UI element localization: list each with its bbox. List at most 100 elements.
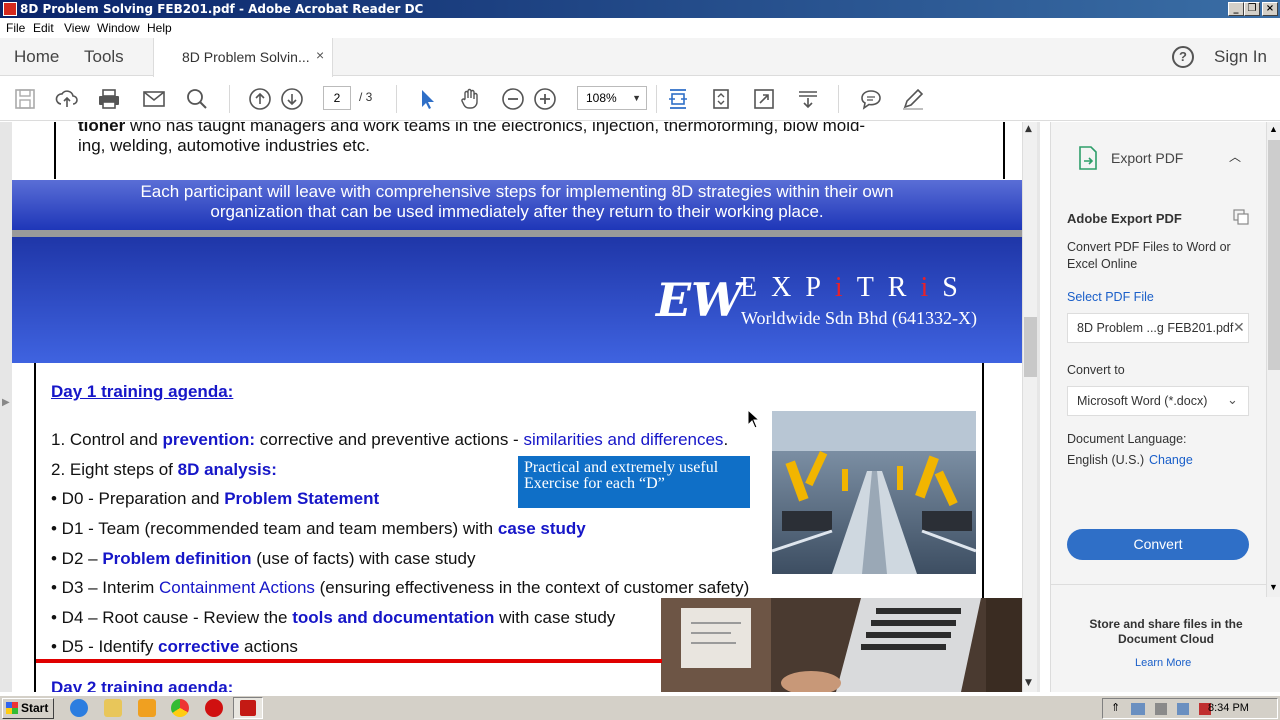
media-player-icon[interactable] [138, 699, 156, 717]
cloud-upload-icon[interactable] [55, 87, 79, 111]
panel-scroll-thumb[interactable] [1268, 140, 1280, 370]
learn-more-link[interactable]: Learn More [1135, 657, 1191, 669]
day2-heading: Day 2 training agenda: [51, 678, 234, 692]
help-icon[interactable]: ? [1172, 46, 1194, 68]
change-language-link[interactable]: Change [1149, 453, 1193, 467]
acrobat-task-button[interactable] [233, 697, 263, 719]
tab-bar: Home Tools 8D Problem Solvin... × ? Sign… [0, 38, 1280, 77]
tab-home[interactable]: Home [14, 47, 59, 67]
save-icon[interactable] [13, 87, 37, 111]
format-value: Microsoft Word (*.docx) [1077, 394, 1208, 408]
draw-pen-icon[interactable] [901, 87, 925, 111]
minimize-button[interactable]: _ [1228, 2, 1244, 16]
company-logo-mark: EW [656, 273, 743, 327]
trainer-text-box: tioner who has taught managers and work … [54, 122, 1005, 179]
trainer-text-line2: ing, welding, automotive industries etc. [78, 136, 370, 155]
menu-help[interactable]: Help [147, 21, 172, 35]
convert-to-label: Convert to [1067, 363, 1125, 377]
close-window-button[interactable]: × [1262, 2, 1278, 16]
sign-in-link[interactable]: Sign In [1214, 47, 1267, 67]
ie-icon[interactable] [70, 699, 88, 717]
agenda-d1: • D1 - Team (recommended team and team m… [51, 519, 586, 538]
collapse-chevron-icon[interactable]: ︿ [1229, 148, 1241, 165]
panel-scrollbar[interactable]: ▲ ▼ [1266, 122, 1280, 597]
chrome-icon[interactable] [171, 699, 189, 717]
pdf-page: tioner who has taught managers and work … [12, 122, 1022, 692]
panel-heading: Adobe Export PDF [1067, 211, 1182, 226]
toolbar-separator [229, 85, 230, 113]
company-logo-name: EXPiTRiS [740, 272, 972, 304]
export-pdf-icon [1079, 146, 1097, 170]
tab-tools[interactable]: Tools [84, 47, 124, 67]
trainer-text: tioner who has taught managers and work … [78, 122, 988, 156]
banner-line-2: organization that can be used immediatel… [210, 202, 824, 221]
trainer-text-bold: tioner [78, 122, 126, 135]
search-icon[interactable] [185, 87, 209, 111]
document-cloud-text: Store and share files in the Document Cl… [1089, 617, 1243, 646]
scroll-down-icon[interactable]: ▼ [1269, 582, 1278, 592]
format-select[interactable]: Microsoft Word (*.docx) [1067, 386, 1249, 416]
logo-part: TR [856, 272, 921, 303]
scroll-up-icon[interactable]: ▲ [1269, 124, 1278, 134]
close-tab-icon[interactable]: × [316, 47, 324, 63]
toolbar-separator [838, 85, 839, 113]
restore-button[interactable]: ❐ [1244, 2, 1260, 16]
copy-icon[interactable] [1233, 209, 1249, 225]
hand-tool-icon[interactable] [458, 87, 482, 111]
previous-page-icon[interactable] [248, 87, 272, 111]
volume-icon[interactable] [1155, 703, 1167, 715]
zoom-in-icon[interactable] [533, 87, 557, 111]
agenda-d4: • D4 – Root cause - Review the tools and… [51, 608, 616, 627]
zoom-select[interactable]: 108% ▼ [577, 86, 647, 110]
red-divider [36, 659, 662, 663]
company-subtitle: Worldwide Sdn Bhd (641332-X) [741, 308, 978, 328]
select-pdf-file-link[interactable]: Select PDF File [1067, 290, 1154, 304]
callout-line-1: Practical and extremely useful [524, 459, 719, 476]
folder-icon[interactable] [104, 699, 122, 717]
select-cursor-icon[interactable] [416, 87, 440, 111]
convert-button[interactable]: Convert [1067, 529, 1249, 560]
acrobat-icon [3, 2, 17, 16]
fit-width-icon[interactable] [666, 87, 690, 111]
chevron-down-icon: ⌄ [1227, 392, 1238, 407]
selected-file-field[interactable]: 8D Problem ...g FEB201.pdf [1067, 313, 1249, 343]
toolbar-separator [396, 85, 397, 113]
display-icon[interactable] [1177, 703, 1189, 715]
factory-robots-image [772, 411, 976, 574]
menu-view[interactable]: View [64, 21, 90, 35]
next-page-icon[interactable] [280, 87, 304, 111]
scroll-down-icon[interactable]: ▼ [1025, 678, 1032, 688]
agenda-line-2: 2. Eight steps of 8D analysis: [51, 460, 277, 479]
menu-edit[interactable]: Edit [33, 21, 54, 35]
full-screen-icon[interactable] [752, 87, 776, 111]
page-number-input[interactable]: 2 [323, 86, 351, 110]
zoom-out-icon[interactable] [501, 87, 525, 111]
menu-window[interactable]: Window [97, 21, 140, 35]
doc-language-label: Document Language: [1067, 432, 1187, 446]
scroll-thumb[interactable] [1024, 317, 1037, 377]
menu-file[interactable]: File [6, 21, 25, 35]
windows-flag-icon [6, 702, 18, 714]
zoom-value: 108% [586, 91, 617, 105]
document-area[interactable]: ▶ tioner who has taught managers and wor… [0, 122, 1040, 692]
menu-bar: File Edit View Window Help [0, 18, 1280, 38]
logo-part: i [920, 272, 943, 303]
left-pane-toggle-icon[interactable]: ▶ [2, 397, 10, 408]
document-scrollbar[interactable]: ▲ ▼ [1022, 122, 1037, 692]
export-pdf-panel: Export PDF ︿ Adobe Export PDF Convert PD… [1050, 122, 1280, 692]
scroll-up-icon[interactable]: ▲ [1025, 124, 1032, 134]
acrobat-icon [240, 700, 256, 716]
print-icon[interactable] [97, 87, 121, 111]
network-icon[interactable] [1131, 703, 1145, 715]
opera-icon[interactable] [205, 699, 223, 717]
rotate-page-icon[interactable] [709, 87, 733, 111]
tab-document[interactable]: 8D Problem Solvin... × [153, 38, 333, 77]
clock: 8:34 PM [1208, 702, 1249, 714]
tray-expand-icon[interactable]: ⇑ [1111, 701, 1120, 714]
start-button[interactable]: Start [2, 698, 54, 719]
email-icon[interactable] [142, 87, 166, 111]
comment-icon[interactable] [859, 87, 883, 111]
scroll-mode-icon[interactable] [796, 87, 820, 111]
clear-file-icon[interactable]: ✕ [1233, 319, 1245, 336]
toolbar-separator [656, 85, 657, 113]
